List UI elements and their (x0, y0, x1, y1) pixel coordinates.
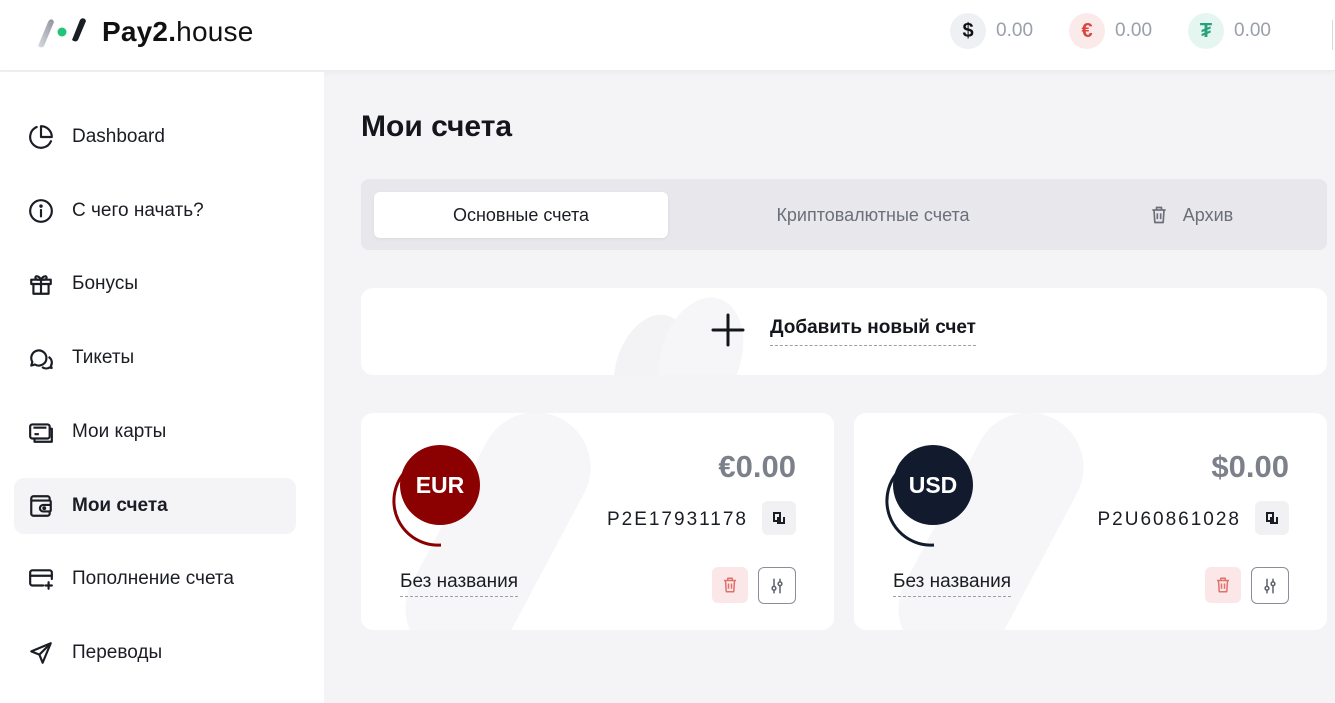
copy-icon (1266, 512, 1278, 524)
sidebar-item-bonuses[interactable]: Бонусы (14, 256, 296, 312)
sidebar: Dashboard С чего начать? Бонусы Тикеты М… (0, 72, 324, 703)
gift-icon (30, 275, 52, 295)
tab-main-accounts[interactable]: Основные счета (374, 192, 668, 238)
add-account-card[interactable]: Добавить новый счет (361, 288, 1327, 375)
balance-value: 0.00 (1115, 20, 1153, 41)
sidebar-item-label: Пополнение счета (72, 568, 234, 589)
account-tabs: Основные счета Криптовалютные счета Архи… (361, 179, 1327, 250)
balances: $ 0.00 € 0.00 ₮ 0.00 (914, 13, 1271, 49)
sidebar-item-tickets[interactable]: Тикеты (14, 330, 296, 386)
brand-logo[interactable]: Pay2.house (36, 16, 253, 48)
delete-account-button[interactable] (1205, 567, 1241, 603)
balance-usd[interactable]: $ 0.00 (950, 13, 1033, 49)
currency-badge: EUR (400, 445, 480, 525)
sidebar-item-label: Бонусы (72, 273, 138, 294)
header-divider (1332, 20, 1333, 50)
balance-eur[interactable]: € 0.00 (1069, 13, 1152, 49)
account-card-usd: USD $0.00 P2U60861028 Без названия (854, 413, 1327, 630)
chat-icon (30, 349, 53, 370)
brand-name: Pay2.house (102, 16, 254, 47)
account-number: P2E17931178 (606, 509, 748, 530)
dollar-icon: $ (950, 13, 987, 49)
copy-icon (773, 512, 785, 524)
trash-icon (1152, 206, 1166, 224)
logo-mark-icon (38, 18, 86, 48)
account-number: P2U60861028 (1097, 509, 1241, 530)
account-card-eur: EUR €0.00 P2E17931178 Без названия (361, 413, 834, 630)
account-settings-button[interactable] (758, 567, 796, 604)
account-balance: €0.00 (718, 449, 796, 484)
sidebar-item-transfers[interactable]: Переводы (14, 625, 296, 681)
sidebar-item-label: Мои счета (72, 495, 168, 516)
currency-badge: USD (893, 445, 973, 525)
tab-label: Криптовалютные счета (776, 204, 970, 225)
sidebar-item-label: Мои карты (72, 421, 167, 442)
euro-icon: € (1069, 13, 1106, 49)
tab-label: Архив (1182, 204, 1234, 225)
info-icon (29, 199, 53, 223)
sidebar-item-label: Переводы (72, 642, 163, 663)
plus-icon (711, 313, 745, 347)
account-name[interactable]: Без названия (400, 571, 519, 597)
sidebar-item-label: Тикеты (72, 347, 135, 368)
send-icon (30, 642, 52, 664)
card-icon (29, 423, 53, 443)
sidebar-item-getting-started[interactable]: С чего начать? (14, 183, 296, 239)
wallet-icon (30, 495, 52, 517)
page-title: Мои счета (361, 110, 513, 143)
account-settings-button[interactable] (1251, 567, 1289, 604)
sidebar-item-label: Dashboard (72, 126, 165, 147)
sidebar-item-my-accounts[interactable]: Мои счета (14, 478, 296, 534)
sidebar-item-dashboard[interactable]: Dashboard (14, 109, 296, 165)
sidebar-item-label: С чего начать? (72, 200, 204, 221)
balance-value: 0.00 (1234, 20, 1271, 41)
trash-icon (1217, 577, 1229, 593)
sidebar-item-my-cards[interactable]: Мои карты (14, 404, 296, 460)
tab-label: Основные счета (452, 204, 590, 225)
add-account-link[interactable]: Добавить новый счет (770, 317, 976, 346)
balance-value: 0.00 (996, 20, 1034, 41)
top-header: Pay2.house $ 0.00 € 0.00 ₮ 0.00 (0, 0, 1335, 71)
account-name[interactable]: Без названия (893, 571, 1012, 597)
sliders-icon (771, 578, 783, 593)
sidebar-item-top-up[interactable]: Пополнение счета (14, 551, 296, 607)
tab-crypto-accounts[interactable]: Криптовалютные счета (723, 192, 1023, 238)
pie-chart-icon (29, 125, 53, 149)
balance-usdt[interactable]: ₮ 0.00 (1188, 13, 1271, 49)
trash-icon (724, 577, 736, 593)
copy-button[interactable] (762, 501, 796, 535)
tab-archive[interactable]: Архив (1121, 192, 1261, 238)
delete-account-button[interactable] (712, 567, 748, 603)
account-balance: $0.00 (1211, 449, 1289, 484)
tether-icon: ₮ (1188, 13, 1225, 49)
sliders-icon (1264, 578, 1276, 593)
card-plus-icon (29, 569, 53, 590)
copy-button[interactable] (1255, 501, 1289, 535)
